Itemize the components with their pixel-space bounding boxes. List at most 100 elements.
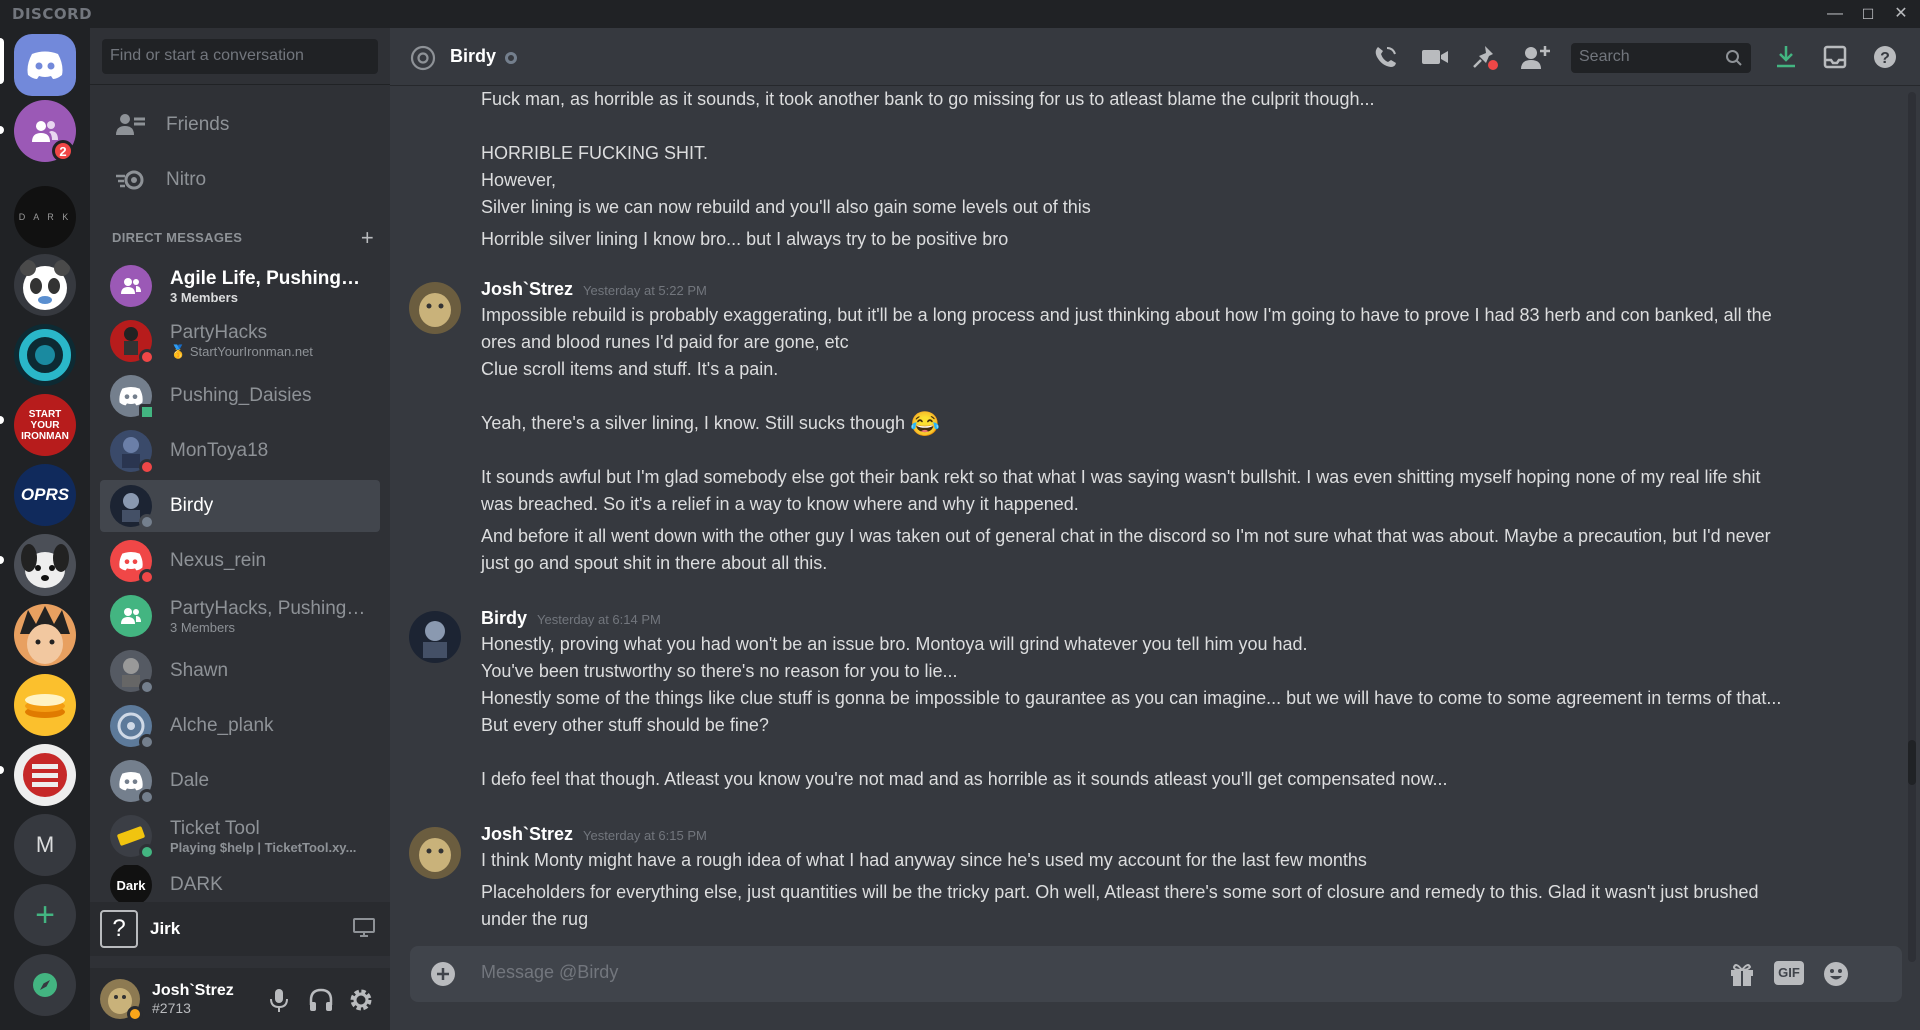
- attach-plus-icon[interactable]: [430, 961, 456, 992]
- message-author[interactable]: Josh`Strez: [481, 279, 573, 299]
- minimize-button[interactable]: —: [1820, 2, 1850, 26]
- dm-item-birdy[interactable]: Birdy: [100, 480, 380, 532]
- dm-item-montoya18[interactable]: MonToya18: [100, 425, 380, 477]
- dm-subtitle: 3 Members: [170, 619, 236, 635]
- dm-item-shawn[interactable]: Shawn: [100, 645, 380, 697]
- swirl-icon: [19, 329, 71, 381]
- compass-icon: [33, 973, 57, 997]
- message-input[interactable]: Message @Birdy: [481, 962, 618, 983]
- direct-messages-header: DIRECT MESSAGES +: [112, 225, 374, 250]
- dm-item-partyhacks[interactable]: PartyHacks 🥇 StartYourIronman.net: [100, 315, 380, 367]
- idle-status-icon: [127, 1006, 143, 1022]
- dm-item-alche-plank[interactable]: Alche_plank: [100, 700, 380, 752]
- message-avatar[interactable]: [409, 611, 461, 663]
- message-author[interactable]: Birdy: [481, 608, 527, 628]
- selected-indicator: [0, 38, 4, 84]
- message-text: Silver lining is we can now rebuild and …: [481, 197, 1091, 217]
- dm-name: Nexus_rein: [170, 550, 267, 571]
- home-button[interactable]: [14, 34, 76, 96]
- dm-item-dale[interactable]: Dale: [100, 755, 380, 807]
- server-swirl[interactable]: [14, 324, 76, 386]
- message-text: I defo feel that though. Atleast you kno…: [481, 769, 1448, 789]
- microphone-icon[interactable]: [268, 987, 290, 1018]
- message-avatar[interactable]: [409, 282, 461, 334]
- gift-icon[interactable]: [1728, 960, 1756, 993]
- headphones-icon[interactable]: [308, 987, 334, 1018]
- dm-item-ticket-tool[interactable]: Ticket Tool Playing $help | TicketTool.x…: [100, 810, 380, 862]
- gif-button[interactable]: GIF: [1774, 961, 1804, 985]
- dm-name: PartyHacks, Pushing_...: [170, 597, 370, 619]
- create-dm-button[interactable]: +: [361, 225, 374, 251]
- server-anime[interactable]: [14, 604, 76, 666]
- search-input[interactable]: Search: [1571, 43, 1751, 73]
- message-header: Birdy Yesterday at 6:14 PM: [481, 608, 661, 629]
- nitro-nav-item[interactable]: Nitro: [100, 155, 380, 205]
- mobile-online-status-icon: [139, 404, 155, 420]
- server-red-logo[interactable]: [14, 744, 76, 806]
- search-icon: [1725, 49, 1743, 72]
- avatar: [110, 650, 155, 695]
- avatar: [110, 760, 155, 805]
- download-apps-icon[interactable]: [1771, 44, 1801, 70]
- at-sign-icon: [410, 45, 436, 76]
- message-author[interactable]: Josh`Strez: [481, 824, 573, 844]
- scrollbar-thumb[interactable]: [1908, 740, 1916, 785]
- scrollbar-track[interactable]: [1908, 92, 1916, 962]
- server-panda[interactable]: [14, 254, 76, 316]
- dm-name: Shawn: [170, 660, 229, 681]
- pinned-messages-icon[interactable]: [1470, 44, 1500, 70]
- explore-servers-button[interactable]: [14, 954, 76, 1016]
- red-logo-icon: [23, 753, 67, 797]
- pancake-icon: [25, 694, 65, 718]
- divider: [90, 84, 390, 85]
- server-oprs[interactable]: OPRS: [14, 464, 76, 526]
- maximize-button[interactable]: ☐: [1853, 2, 1883, 26]
- help-icon[interactable]: ?: [1870, 44, 1900, 70]
- dm-name: Ticket Tool: [170, 817, 260, 839]
- message-header: Josh`Strez Yesterday at 5:22 PM: [481, 279, 707, 300]
- dm-item-pushing-daisies[interactable]: Pushing_Daisies: [100, 370, 380, 422]
- dm-item-agile-life[interactable]: Agile Life, Pushing_D... 3 Members: [100, 260, 380, 312]
- voice-call-icon[interactable]: [1370, 44, 1400, 70]
- find-conversation-input[interactable]: Find or start a conversation: [102, 39, 378, 74]
- server-dog[interactable]: [14, 534, 76, 596]
- inbox-icon[interactable]: [1820, 44, 1850, 70]
- screen-share-icon[interactable]: [352, 917, 376, 944]
- dm-name: Pushing_Daisies: [170, 385, 312, 406]
- dm-item-nexus-rein[interactable]: Nexus_rein: [100, 535, 380, 587]
- message-text: ores and blood runes I'd paid for are go…: [481, 332, 849, 352]
- dm-item-partyhacks-group[interactable]: PartyHacks, Pushing_... 3 Members: [100, 590, 380, 642]
- user-avatar[interactable]: [100, 979, 143, 1022]
- discord-default-avatar-icon: [119, 552, 143, 571]
- message-timestamp: Yesterday at 6:15 PM: [583, 828, 707, 843]
- server-start-your-ironman[interactable]: START YOUR IRONMAN: [14, 394, 76, 456]
- server-m[interactable]: M: [14, 814, 76, 876]
- add-friend-to-dm-icon[interactable]: [1520, 44, 1550, 70]
- offline-status-icon: [505, 52, 517, 64]
- dm-item-dark[interactable]: Dark DARK: [100, 865, 380, 905]
- message-text: But every other stuff should be fine?: [481, 715, 769, 735]
- discord-wordmark: DISCORD: [12, 5, 93, 23]
- dm-name: Dale: [170, 770, 210, 791]
- server-pancake[interactable]: [14, 674, 76, 736]
- video-call-icon[interactable]: [1420, 44, 1450, 70]
- friends-label: Friends: [166, 114, 230, 135]
- settings-gear-icon[interactable]: [348, 987, 374, 1018]
- unread-indicator: [0, 556, 4, 564]
- message-timestamp: Yesterday at 5:22 PM: [583, 283, 707, 298]
- voice-connection-jirk[interactable]: ? Jirk: [90, 902, 390, 956]
- dog-avatar-icon: [21, 544, 69, 588]
- friends-nav-item[interactable]: Friends: [100, 100, 380, 150]
- server-list: 2 D A R K START YOUR IRONMAN OPRS M +: [0, 28, 90, 1030]
- add-server-button[interactable]: +: [14, 884, 76, 946]
- message-text: Fuck man, as horrible as it sounds, it t…: [481, 89, 1375, 109]
- server-dark[interactable]: D A R K: [14, 186, 76, 248]
- discord-default-avatar-icon: [119, 387, 143, 406]
- close-button[interactable]: ✕: [1886, 2, 1916, 26]
- message-avatar[interactable]: [409, 827, 461, 879]
- offline-status-icon: [139, 734, 155, 750]
- nitro-label: Nitro: [166, 169, 207, 190]
- character-avatar-icon: [419, 838, 451, 872]
- emoji-picker-icon[interactable]: [1822, 960, 1850, 993]
- message-composer[interactable]: Message @Birdy GIF: [410, 946, 1902, 1002]
